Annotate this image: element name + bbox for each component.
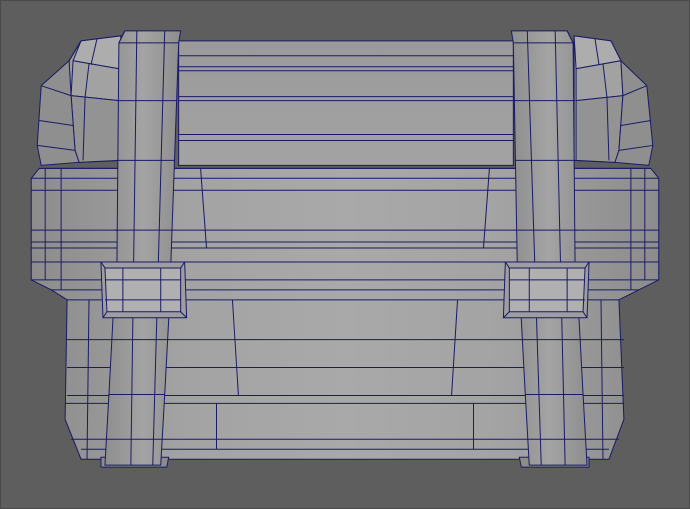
left-buckle <box>100 261 188 319</box>
right-buckle <box>502 261 590 319</box>
chest-wireframe-render[interactable] <box>1 1 689 508</box>
3d-viewport[interactable] <box>0 0 690 509</box>
